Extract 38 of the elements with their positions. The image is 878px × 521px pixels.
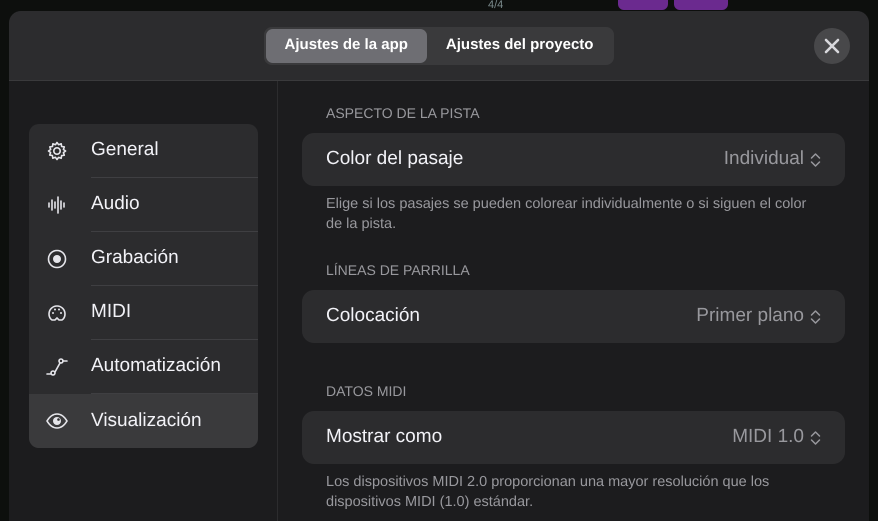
automation-curve-icon (46, 356, 68, 378)
section-header: LÍNEAS DE PARRILLA (325, 261, 471, 280)
sidebar-label: Visualización (91, 408, 202, 433)
sidebar-label: Grabación (91, 246, 179, 270)
sidebar-item[interactable]: General (29, 124, 258, 178)
midi-port-icon (46, 302, 68, 324)
section-footer: Elige si los pasajes se pueden colorear individualmente o si siguen el color de la pista. (302, 186, 845, 234)
popup-menu[interactable]: Individual (724, 145, 821, 174)
chevron-updown-icon (810, 430, 821, 446)
chevron-updown-icon (810, 152, 821, 168)
close-icon (824, 38, 840, 54)
waveform-icon (46, 194, 68, 216)
section-footer: Los dispositivos MIDI 2.0 proporcionan una mayor resolución que los dispositivos MIDI (1.0) estándar. (302, 464, 845, 512)
popup-menu[interactable]: MIDI 1.0 (732, 423, 821, 452)
tab[interactable]: Ajustes de la app (266, 28, 427, 62)
gear-icon (46, 140, 68, 162)
sidebar-item[interactable]: MIDI (29, 286, 258, 340)
section-header: ASPECTO DE LA PISTA (325, 104, 481, 123)
sidebar-label: MIDI (91, 300, 132, 324)
setting-label: Colocación (326, 304, 420, 328)
sidebar-item[interactable]: Visualización (29, 394, 258, 448)
toolbar-button[interactable] (618, 0, 668, 10)
chevron-updown-icon (810, 308, 821, 324)
section-header: DATOS MIDI (325, 382, 408, 401)
tab[interactable]: Ajustes del proyecto (426, 28, 612, 62)
sidebar-label: General (91, 138, 159, 162)
sidebar-label: Automatización (91, 354, 221, 378)
close-button[interactable] (814, 28, 850, 64)
sidebar-item[interactable]: Audio (29, 178, 258, 232)
setting-label: Color del pasaje (326, 147, 464, 172)
eye-icon (46, 410, 68, 432)
record-icon (46, 248, 68, 270)
popup-menu[interactable]: Primer plano (696, 302, 821, 331)
time-signature: 4/4 (488, 0, 504, 11)
toolbar-button[interactable] (674, 0, 728, 10)
sidebar-item[interactable]: Grabación (29, 232, 258, 286)
setting-label: Mostrar como (326, 425, 442, 450)
sidebar-label: Audio (91, 192, 140, 216)
